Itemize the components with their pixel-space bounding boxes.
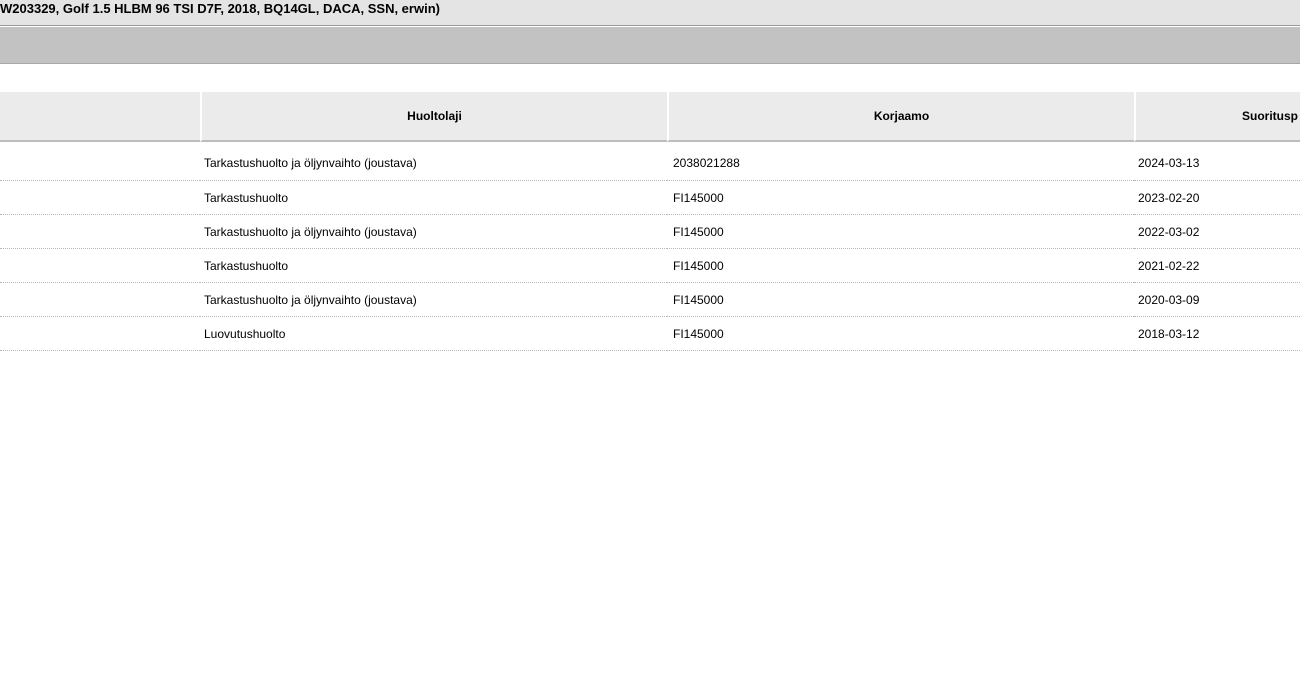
toolbar-band [0, 27, 1300, 64]
service-history-table-container: Huoltolaji Korjaamo Suoritusp Tarkastush… [0, 92, 1300, 362]
table-cell-date: 2021-02-22 [1134, 249, 1300, 283]
table-cell-date: 2018-03-12 [1134, 317, 1300, 351]
table-cell-date: 2020-03-09 [1134, 283, 1300, 317]
table-row[interactable]: Luovutushuolto FI145000 2018-03-12 [0, 317, 1300, 351]
table-cell-blank [0, 283, 200, 317]
table-cell-blank [0, 317, 200, 351]
vehicle-title-bar: W203329, Golf 1.5 HLBM 96 TSI D7F, 2018,… [0, 0, 1300, 26]
table-cell-service-type: Tarkastushuolto [200, 249, 667, 283]
table-cell-blank [0, 142, 200, 181]
table-cell-date: 2024-03-13 [1134, 142, 1300, 181]
vehicle-title: W203329, Golf 1.5 HLBM 96 TSI D7F, 2018,… [0, 1, 440, 16]
table-header-row: Huoltolaji Korjaamo Suoritusp [0, 92, 1300, 142]
table-cell-service-type: Luovutushuolto [200, 317, 667, 351]
table-cell-date: 2023-02-20 [1134, 181, 1300, 215]
table-cell-service-type: Tarkastushuolto ja öljynvaihto (joustava… [200, 215, 667, 249]
table-cell-workshop: FI145000 [667, 249, 1134, 283]
table-cell-workshop: 2038021288 [667, 142, 1134, 181]
table-row[interactable]: Tarkastushuolto ja öljynvaihto (joustava… [0, 215, 1300, 249]
table-cell-workshop: FI145000 [667, 317, 1134, 351]
table-row[interactable]: Tarkastushuolto ja öljynvaihto (joustava… [0, 283, 1300, 317]
table-cell-blank [0, 249, 200, 283]
service-history-table: Huoltolaji Korjaamo Suoritusp Tarkastush… [0, 92, 1300, 351]
column-header-service-type[interactable]: Huoltolaji [200, 92, 667, 142]
column-header-workshop[interactable]: Korjaamo [667, 92, 1134, 142]
table-cell-workshop: FI145000 [667, 215, 1134, 249]
table-cell-blank [0, 181, 200, 215]
table-cell-service-type: Tarkastushuolto [200, 181, 667, 215]
table-cell-workshop: FI145000 [667, 283, 1134, 317]
table-row[interactable]: Tarkastushuolto ja öljynvaihto (joustava… [0, 142, 1300, 181]
table-cell-blank [0, 215, 200, 249]
table-row[interactable]: Tarkastushuolto FI145000 2023-02-20 [0, 181, 1300, 215]
table-cell-workshop: FI145000 [667, 181, 1134, 215]
table-cell-service-type: Tarkastushuolto ja öljynvaihto (joustava… [200, 142, 667, 181]
column-header-blank[interactable] [0, 92, 200, 142]
table-cell-date: 2022-03-02 [1134, 215, 1300, 249]
table-cell-service-type: Tarkastushuolto ja öljynvaihto (joustava… [200, 283, 667, 317]
table-row[interactable]: Tarkastushuolto FI145000 2021-02-22 [0, 249, 1300, 283]
column-header-completion-date[interactable]: Suoritusp [1134, 92, 1300, 142]
